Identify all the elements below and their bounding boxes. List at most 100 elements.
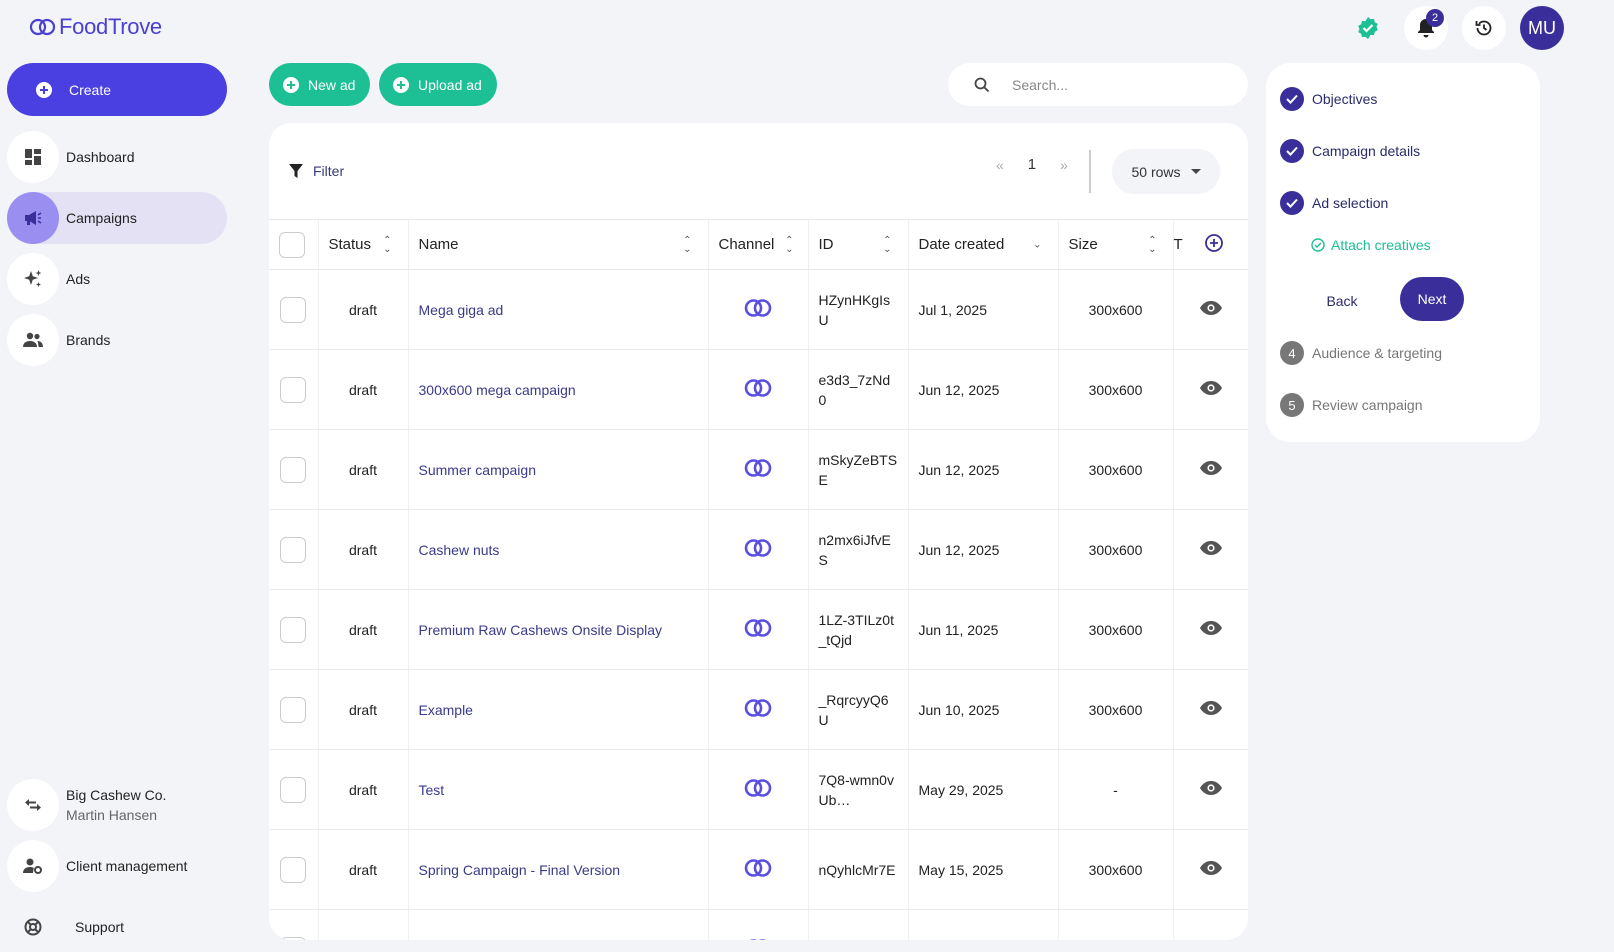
avatar[interactable]: MU <box>1520 6 1564 50</box>
sidebar-item-label: Campaigns <box>66 210 137 226</box>
eye-icon[interactable] <box>1199 700 1223 716</box>
upload-ad-button[interactable]: Upload ad <box>379 63 497 106</box>
row-checkbox[interactable] <box>280 616 307 643</box>
create-button[interactable]: Create <box>7 63 227 116</box>
ad-name-link[interactable]: Test <box>419 782 445 798</box>
swap-arrows-icon <box>7 779 59 831</box>
channel-logo-icon <box>744 459 772 477</box>
column-channel[interactable]: Channel ⌃ ⌄ <box>708 219 809 270</box>
add-column-icon[interactable] <box>1204 233 1224 257</box>
preview-cell <box>1173 429 1248 510</box>
ad-name-link[interactable]: Summer campaign <box>419 462 537 478</box>
sidebar-item-label: Brands <box>66 332 111 348</box>
sort-icon[interactable]: ⌃ ⌄ <box>383 235 391 254</box>
history-button[interactable] <box>1462 6 1506 50</box>
sidebar-item-dashboard[interactable]: Dashboard <box>7 131 227 183</box>
eye-icon[interactable] <box>1199 620 1223 636</box>
row-checkbox[interactable] <box>280 776 307 803</box>
table-row[interactable]: draft Cashew nuts n2mx6iJfvES Jun 12, 20… <box>269 509 1248 590</box>
table-row[interactable]: draft Summer campaign mSkyZeBTSE Jun 12,… <box>269 429 1248 510</box>
ad-name-link[interactable]: 300x600 mega campaign <box>419 382 576 398</box>
select-all-checkbox[interactable] <box>279 231 305 258</box>
date-cell: Jun 10, 2025 <box>908 669 1059 750</box>
column-date-created[interactable]: Date created ⌄ <box>908 219 1059 270</box>
filter-label: Filter <box>313 163 345 179</box>
ad-name-link[interactable]: Premium Raw Cashews Onsite Display <box>419 622 663 638</box>
column-name[interactable]: Name ⌃ ⌄ <box>408 219 709 270</box>
account-switcher[interactable]: Big Cashew Co. Martin Hansen <box>7 779 227 831</box>
sort-desc-icon[interactable]: ⌄ <box>1033 240 1041 250</box>
row-checkbox[interactable] <box>280 296 307 323</box>
row-checkbox[interactable] <box>280 536 307 563</box>
date-cell: May 15, 2025 <box>908 829 1059 910</box>
table-row[interactable]: draft Spring Campaign - Final Version nQ… <box>269 829 1248 910</box>
sort-icon[interactable]: ⌃ ⌄ <box>683 235 691 254</box>
eye-icon[interactable] <box>1199 300 1223 316</box>
table-row[interactable]: draft 300x600 mega campaign e3d3_7zNd0 J… <box>269 349 1248 430</box>
sidebar-item-campaigns[interactable]: Campaigns <box>7 192 227 244</box>
table-row[interactable]: F5R- <box>269 909 1248 940</box>
ad-name-link[interactable]: Example <box>419 702 473 718</box>
eye-icon[interactable] <box>1199 540 1223 556</box>
step-objectives[interactable]: Objectives <box>1280 87 1377 111</box>
step-campaign-details[interactable]: Campaign details <box>1280 139 1420 163</box>
channel-logo-icon <box>744 859 772 877</box>
eye-icon[interactable] <box>1199 460 1223 476</box>
ad-name-link[interactable]: Mega giga ad <box>419 302 504 318</box>
table-row[interactable]: draft Test 7Q8-wmn0vUb… May 29, 2025 - <box>269 749 1248 830</box>
filter-button[interactable]: Filter <box>289 163 344 179</box>
notifications-button[interactable]: 2 <box>1404 6 1448 50</box>
step-audience-targeting[interactable]: 4 Audience & targeting <box>1280 341 1442 365</box>
size-cell: 300x600 <box>1058 589 1174 670</box>
verified-badge-icon[interactable] <box>1346 6 1390 50</box>
sidebar-item-brands[interactable]: Brands <box>7 314 227 366</box>
prev-page-button[interactable]: « <box>996 157 1004 173</box>
step-label: Review campaign <box>1312 397 1423 413</box>
row-checkbox[interactable] <box>280 936 307 940</box>
table-row[interactable]: draft Premium Raw Cashews Onsite Display… <box>269 589 1248 670</box>
table-row[interactable]: draft Example _RqrcyyQ6U Jun 10, 2025 30… <box>269 669 1248 750</box>
substep-attach-creatives[interactable]: Attach creatives <box>1311 237 1431 253</box>
check-circle-icon <box>1311 238 1325 252</box>
rows-per-page-select[interactable]: 50 rows <box>1112 149 1220 194</box>
next-page-button[interactable]: » <box>1060 157 1068 173</box>
step-review-campaign[interactable]: 5 Review campaign <box>1280 393 1423 417</box>
eye-icon[interactable] <box>1199 380 1223 396</box>
current-page[interactable]: 1 <box>1028 156 1036 173</box>
new-ad-button[interactable]: New ad <box>269 63 371 106</box>
sidebar-item-label: Ads <box>66 271 91 287</box>
column-type[interactable]: T <box>1173 219 1248 270</box>
row-checkbox[interactable] <box>280 376 307 403</box>
sidebar-item-support[interactable]: Support <box>7 901 227 952</box>
eye-icon[interactable] <box>1199 860 1223 876</box>
step-label: Ad selection <box>1312 195 1389 211</box>
id-cell: 7Q8-wmn0vUb… <box>808 749 909 830</box>
table-row[interactable]: draft Mega giga ad HZynHKgIsU Jul 1, 202… <box>269 269 1248 350</box>
sort-icon[interactable]: ⌃ ⌄ <box>883 235 891 254</box>
column-id[interactable]: ID ⌃ ⌄ <box>808 219 909 270</box>
column-label: T <box>1173 236 1183 253</box>
sort-icon[interactable]: ⌃ ⌄ <box>1148 235 1156 254</box>
back-button[interactable]: Back <box>1304 279 1380 323</box>
next-button[interactable]: Next <box>1400 277 1464 321</box>
ad-name-link[interactable]: Spring Campaign - Final Version <box>419 862 621 878</box>
search-input[interactable] <box>1012 76 1232 93</box>
sort-icon[interactable]: ⌃ ⌄ <box>785 235 793 254</box>
eye-icon[interactable] <box>1199 780 1223 796</box>
ad-name-link[interactable]: Cashew nuts <box>419 542 500 558</box>
row-select-cell <box>269 909 319 940</box>
campaign-stepper: Objectives Campaign details Ad selection… <box>1266 63 1540 442</box>
pagination: « 1 » <box>996 156 1068 173</box>
step-ad-selection[interactable]: Ad selection <box>1280 191 1388 215</box>
row-checkbox[interactable] <box>280 856 307 883</box>
name-cell: Summer campaign <box>408 429 709 510</box>
sidebar-item-client-management[interactable]: Client management <box>7 840 227 892</box>
row-select-cell <box>269 349 319 430</box>
column-status[interactable]: Status ⌃ ⌄ <box>318 219 409 270</box>
sidebar-item-ads[interactable]: Ads <box>7 253 227 305</box>
row-checkbox[interactable] <box>280 456 307 483</box>
row-checkbox[interactable] <box>280 696 307 723</box>
column-size[interactable]: Size ⌃ ⌄ <box>1058 219 1174 270</box>
name-cell: Test <box>408 749 709 830</box>
dashboard-icon <box>7 131 59 183</box>
